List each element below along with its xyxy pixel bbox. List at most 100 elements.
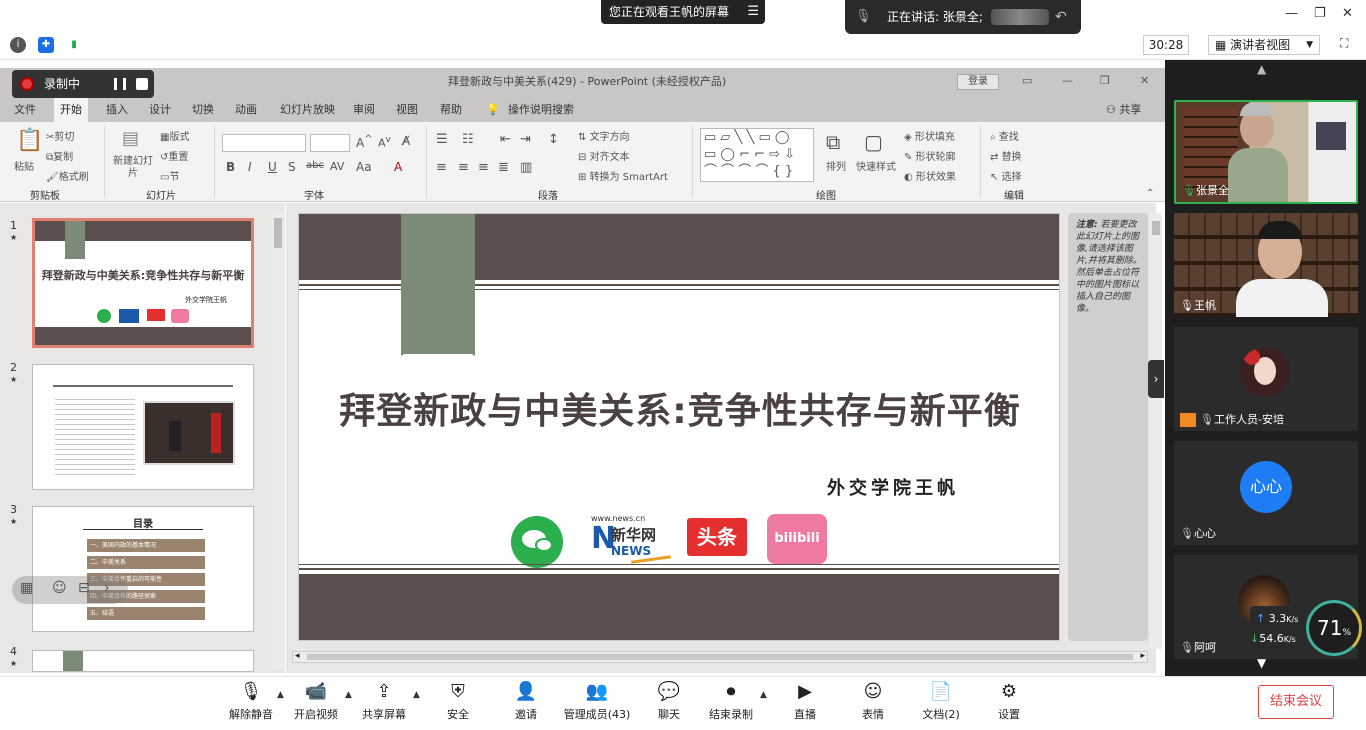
chat-button[interactable]: 💬 聊天 [634,680,704,722]
line-spacing-icon[interactable]: ↕ [548,132,559,147]
replace-button[interactable]: ⇄ 替换 [990,148,1022,163]
tell-me-search[interactable]: 操作说明搜索 [508,98,574,122]
security-button[interactable]: ⛨ 安全 [423,680,493,722]
quick-styles-button[interactable]: 快速样式 [856,158,896,173]
format-painter-button[interactable]: 🖌格式刷 [46,168,89,183]
horizontal-scrollbar[interactable]: ◂ ▸ [292,651,1148,663]
share-screen-button[interactable]: ⇪ 共享屏幕 [349,680,419,722]
align-right-icon[interactable]: ≡ [478,160,489,175]
manage-participants-button[interactable]: 👥 管理成员(43) [562,680,632,722]
tab-insert[interactable]: 插入 [106,98,128,122]
bold-icon[interactable]: B [226,160,235,174]
shape-outline-button[interactable]: ✎ 形状轮廓 [904,148,956,163]
find-button[interactable]: ⌕ 查找 [990,128,1019,143]
slide-thumbnail-2[interactable] [32,364,254,490]
shapes-gallery[interactable]: ▭ ▱ ╲ ╲ ▭ ◯ ▭ ◯ ⌐ ⌐ ⇨ ⇩ ⌒ ⌒ ⌒ ⌒ { } [700,128,814,182]
tab-review[interactable]: 审阅 [353,98,375,122]
scroll-left-icon[interactable]: ◂ [295,651,300,661]
participant-tile[interactable]: 🎙王帆 [1174,213,1358,317]
info-icon[interactable]: i [10,37,26,53]
align-text-button[interactable]: ⊟ 对齐文本 [578,148,630,163]
tab-help[interactable]: 帮助 [440,98,462,122]
view-mode-select[interactable]: ▦ 演讲者视图 ▼ [1208,35,1320,55]
fullscreen-icon[interactable]: ⛶ [1340,36,1348,51]
minimize-icon[interactable]: — [1285,6,1298,21]
invite-button[interactable]: 👤 邀请 [491,680,561,722]
slide-thumbnail-1[interactable]: 拜登新政与中美关系:竞争性共存与新平衡 外交学院王帆 [32,218,254,348]
end-meeting-button[interactable]: 结束会议 [1258,685,1334,719]
settings-button[interactable]: ⚙ 设置 [974,680,1044,722]
record-options-icon[interactable]: ▲ [760,690,767,700]
collapse-icon[interactable]: ↶ [1055,0,1067,34]
underline-icon[interactable]: U [268,160,277,174]
paste-icon[interactable]: 📋 [16,128,43,153]
tab-transitions[interactable]: 切换 [192,98,214,122]
current-slide[interactable]: 拜登新政与中美关系:竞争性共存与新平衡 外交学院王帆 www.news.cn N… [298,213,1060,641]
start-video-button[interactable]: 📹 开启视频 [281,680,351,722]
signal-icon[interactable]: ▮ [66,37,82,53]
live-stream-button[interactable]: ▶ 直播 [770,680,840,722]
arrange-button[interactable]: 排列 [826,158,846,173]
font-color-icon[interactable]: A [394,160,402,174]
expand-icon[interactable]: › [104,580,110,596]
tab-slideshow[interactable]: 幻灯片放映 [280,98,335,122]
section-button[interactable]: ▭节 [160,168,179,183]
shield-icon[interactable]: ✚ [38,37,54,53]
tab-design[interactable]: 设计 [149,98,171,122]
bullets-icon[interactable]: ☰ [436,132,448,147]
scroll-right-icon[interactable]: ▸ [1140,651,1145,661]
italic-icon[interactable]: I [248,160,252,174]
restore-icon[interactable]: ❐ [1314,6,1326,21]
strikethrough-icon[interactable]: abc [306,160,324,171]
cut-button[interactable]: ✂剪切 [46,128,74,143]
new-slide-icon[interactable]: ▤ [122,128,139,149]
quick-styles-icon[interactable]: ▢ [864,130,883,154]
copy-button[interactable]: ⧉复制 [46,148,73,163]
scrollbar-thumb[interactable] [307,654,1133,660]
login-button[interactable]: 登录 [957,74,999,90]
stop-recording-button[interactable]: ⏺ 结束录制 [696,680,766,722]
layout-button[interactable]: ▦版式 [160,128,189,143]
smartart-button[interactable]: ⊞ 转换为 SmartArt [578,168,668,183]
stop-recording-icon[interactable] [136,78,148,90]
pause-recording-icon[interactable] [114,78,126,90]
decrease-indent-icon[interactable]: ⇤ [500,132,511,147]
rename-icon[interactable]: ⊟ [78,580,90,596]
shape-effects-button[interactable]: ◐ 形状效果 [904,168,956,183]
slide-scrollbar[interactable] [1150,213,1162,649]
change-case-icon[interactable]: Aa [356,160,372,174]
participant-tile[interactable]: 心心 🎙心心 [1174,441,1358,545]
justify-icon[interactable]: ≣ [498,160,509,175]
pp-minimize-icon[interactable]: — [1062,74,1073,87]
font-shrink-icon[interactable]: Av [378,134,391,150]
emoji-icon[interactable]: ☺ [52,580,67,596]
font-grow-icon[interactable]: A^ [356,134,373,150]
pp-restore-icon[interactable]: ❐ [1100,74,1110,87]
documents-button[interactable]: 📄 文档(2) [906,680,976,722]
view-options-icon[interactable]: ☰ [747,0,759,24]
thumbnail-scrollbar[interactable] [272,212,284,670]
tab-file[interactable]: 文件 [14,98,36,122]
tab-home[interactable]: 开始 [54,98,88,122]
font-size-select[interactable] [310,134,350,152]
numbering-icon[interactable]: ☷ [462,132,474,147]
new-slide-button[interactable]: 新建幻灯片 [113,156,153,180]
reactions-button[interactable]: ☺ 表情 [838,680,908,722]
participant-tile[interactable]: 🎙工作人员-安培 [1174,327,1358,431]
reset-button[interactable]: ↺重置 [160,148,188,163]
font-name-select[interactable] [222,134,306,152]
share-options-icon[interactable]: ▲ [413,690,420,700]
collapse-ribbon-icon[interactable]: ⌃ [1146,188,1154,199]
pp-close-icon[interactable]: ✕ [1140,74,1149,87]
tab-view[interactable]: 视图 [396,98,418,122]
columns-icon[interactable]: ▥ [520,160,532,175]
shadow-icon[interactable]: S [288,160,296,174]
apps-icon[interactable]: ▦ [20,580,33,596]
watching-banner[interactable]: 您正在观看王帆的屏幕 ☰ [601,0,765,24]
participant-tile[interactable]: 🎙张景全 [1174,100,1358,204]
clear-format-icon[interactable]: A̸ [402,134,410,148]
tab-animations[interactable]: 动画 [235,98,257,122]
align-left-icon[interactable]: ≡ [436,160,447,175]
align-center-icon[interactable]: ≡ [458,160,469,175]
close-icon[interactable]: ✕ [1342,6,1353,21]
